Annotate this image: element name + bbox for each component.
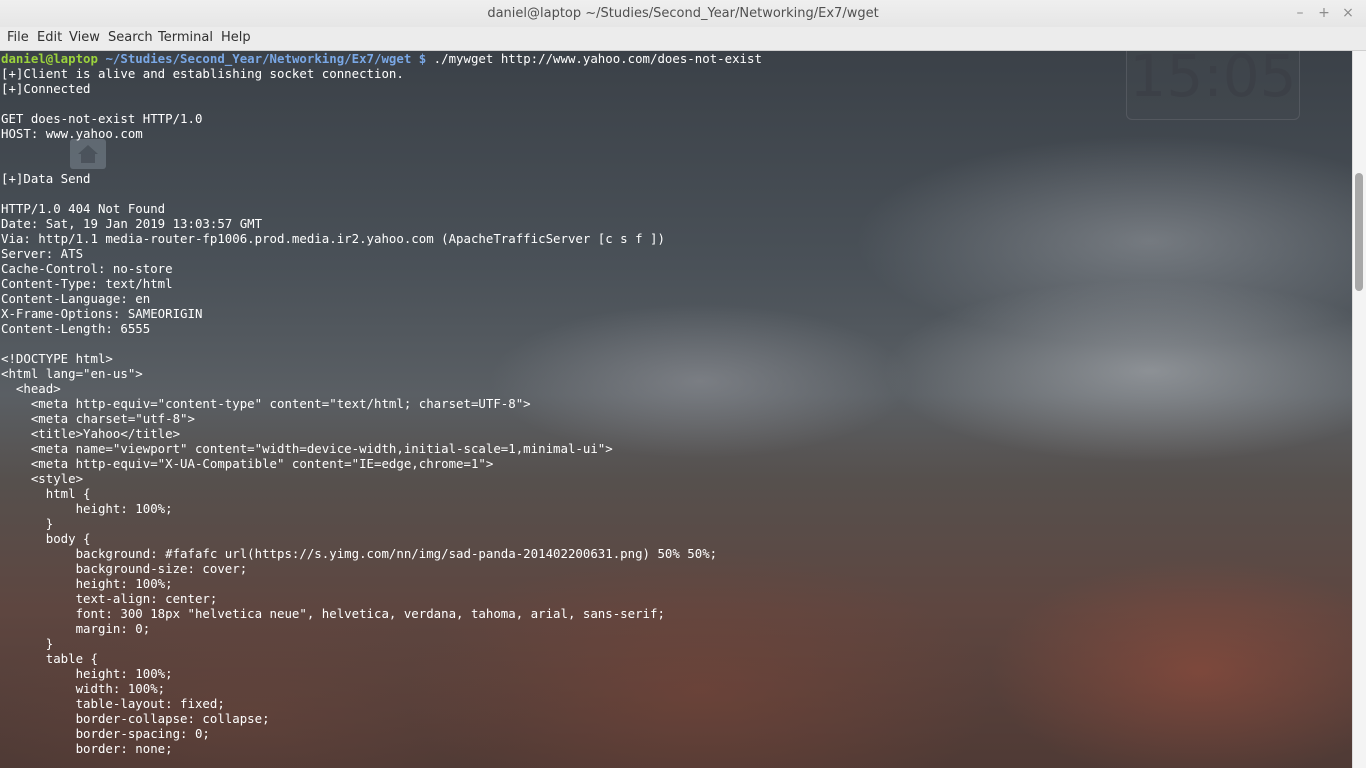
maximize-icon[interactable]: + <box>1316 4 1332 22</box>
window-title: daniel@laptop ~/Studies/Second_Year/Netw… <box>487 6 879 21</box>
menu-view[interactable]: View <box>69 30 100 45</box>
menu-bar: File Edit View Search Terminal Help <box>0 27 1366 51</box>
terminal-output: daniel@laptop ~/Studies/Second_Year/Netw… <box>1 51 762 756</box>
menu-terminal[interactable]: Terminal <box>158 30 213 45</box>
scrollbar[interactable] <box>1352 51 1366 768</box>
prompt-path: ~/Studies/Second_Year/Networking/Ex7/wge… <box>97 51 427 66</box>
menu-search[interactable]: Search <box>108 30 153 45</box>
terminal-area[interactable]: 15:05 daniel@laptop ~/Studies/Second_Yea… <box>0 51 1352 768</box>
close-icon[interactable]: × <box>1340 4 1356 22</box>
desktop-clock-widget: 15:05 <box>1126 51 1300 120</box>
title-bar[interactable]: daniel@laptop ~/Studies/Second_Year/Netw… <box>0 0 1366 27</box>
command-output: [+]Client is alive and establishing sock… <box>1 66 718 756</box>
prompt-user-host: daniel@laptop <box>1 51 98 66</box>
scrollbar-thumb[interactable] <box>1355 173 1363 291</box>
menu-edit[interactable]: Edit <box>37 30 62 45</box>
minimize-icon[interactable]: – <box>1292 4 1308 22</box>
menu-help[interactable]: Help <box>221 30 251 45</box>
menu-file[interactable]: File <box>7 30 29 45</box>
prompt-command: ./mywget http://www.yahoo.com/does-not-e… <box>426 51 762 66</box>
terminal-window: daniel@laptop ~/Studies/Second_Year/Netw… <box>0 0 1366 768</box>
